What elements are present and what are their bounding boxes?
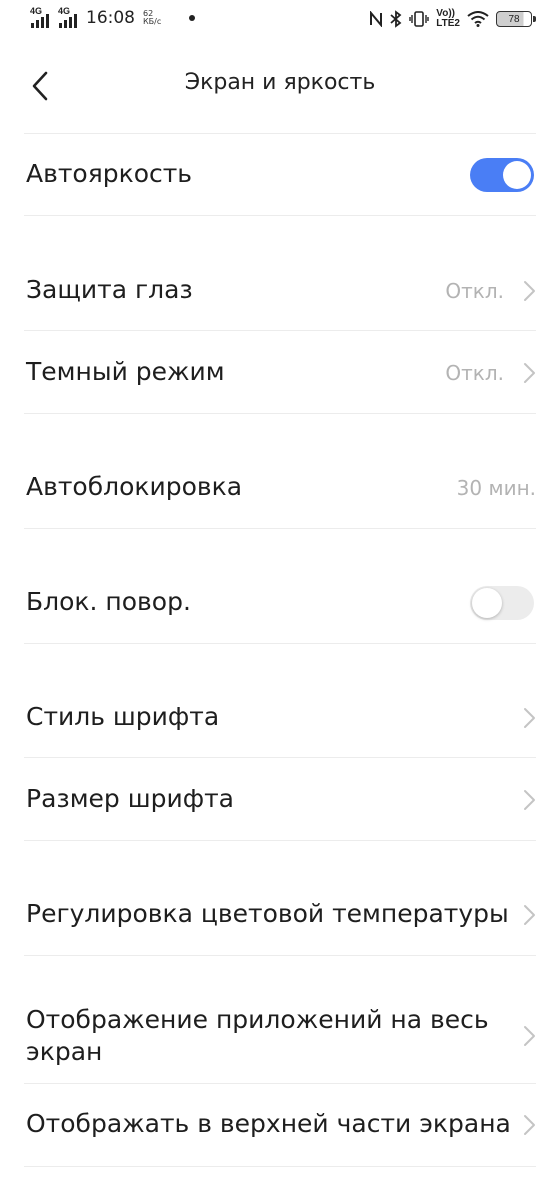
auto-lock-label: Автоблокировка <box>26 472 243 501</box>
page-title: Экран и яркость <box>184 70 376 95</box>
auto-brightness-label: Автояркость <box>26 159 193 188</box>
row-auto-lock[interactable]: Автоблокировка 30 мин. <box>0 448 560 528</box>
divider <box>24 528 536 529</box>
network-speed-unit: КБ/с <box>143 17 162 26</box>
network-speed: 62 КБ/с <box>143 10 161 26</box>
divider <box>24 215 536 216</box>
status-right: Vo)) LTE2 78 <box>369 9 536 29</box>
bluetooth-icon <box>390 10 402 28</box>
row-dark-mode[interactable]: Темный режим Откл. <box>0 331 560 413</box>
clock: 16:08 <box>86 8 135 28</box>
row-color-temperature[interactable]: Регулировка цветовой температуры <box>0 875 560 955</box>
vibrate-icon <box>409 11 429 27</box>
dark-mode-value: Откл. <box>445 361 504 385</box>
color-temperature-label: Регулировка цветовой температуры <box>26 899 509 928</box>
notification-dot-icon <box>189 15 196 21</box>
chevron-right-icon <box>524 790 535 810</box>
chevron-right-icon <box>524 363 535 383</box>
volte-indicator: Vo)) LTE2 <box>436 9 460 29</box>
wifi-icon <box>467 11 489 27</box>
status-left: 4G 4G 16:08 62 КБ/с <box>30 6 196 28</box>
chevron-right-icon <box>524 708 535 728</box>
divider <box>24 413 536 414</box>
fullscreen-apps-label-line2: экран <box>26 1037 103 1066</box>
volte-bottom: LTE2 <box>436 18 460 29</box>
divider <box>24 133 536 134</box>
signal-sim1-icon: 4G <box>30 6 52 28</box>
fullscreen-apps-label-line1: Отображение приложений на весь <box>26 1005 489 1034</box>
toggle-knob <box>503 161 531 189</box>
signal-sim2-icon: 4G <box>58 6 80 28</box>
row-rotation-lock[interactable]: Блок. повор. <box>0 563 560 643</box>
rotation-lock-label: Блок. повор. <box>26 587 191 616</box>
auto-lock-value: 30 мин. <box>456 476 536 500</box>
status-bar: 4G 4G 16:08 62 КБ/с Vo)) LTE2 78 <box>0 0 560 44</box>
row-font-style[interactable]: Стиль шрифта <box>0 677 560 757</box>
rotation-lock-toggle[interactable] <box>470 586 534 620</box>
toggle-knob <box>472 588 502 618</box>
fullscreen-apps-label: Отображение приложений на весь экран <box>26 1004 489 1068</box>
chevron-right-icon <box>524 1115 535 1135</box>
divider <box>24 643 536 644</box>
nfc-icon <box>370 11 383 27</box>
row-top-display[interactable]: Отображать в верхней части экрана <box>0 1084 560 1166</box>
font-style-label: Стиль шрифта <box>26 702 220 731</box>
divider <box>24 955 536 956</box>
chevron-right-icon <box>524 905 535 925</box>
battery-level: 78 <box>508 13 520 25</box>
dark-mode-label: Темный режим <box>26 357 225 386</box>
row-fullscreen-apps[interactable]: Отображение приложений на весь экран <box>0 990 560 1082</box>
top-display-label: Отображать в верхней части экрана <box>26 1109 511 1138</box>
eye-protection-value: Откл. <box>445 279 504 303</box>
row-auto-brightness[interactable]: Автояркость <box>0 135 560 215</box>
battery-icon: 78 <box>496 11 536 27</box>
divider <box>24 1166 536 1167</box>
row-eye-protection[interactable]: Защита глаз Откл. <box>0 250 560 330</box>
auto-brightness-toggle[interactable] <box>470 158 534 192</box>
divider <box>24 840 536 841</box>
row-font-size[interactable]: Размер шрифта <box>0 758 560 840</box>
chevron-right-icon <box>524 281 535 301</box>
eye-protection-label: Защита глаз <box>26 275 193 304</box>
header: Экран и яркость <box>0 50 560 120</box>
chevron-right-icon <box>524 1026 535 1046</box>
font-size-label: Размер шрифта <box>26 784 234 813</box>
